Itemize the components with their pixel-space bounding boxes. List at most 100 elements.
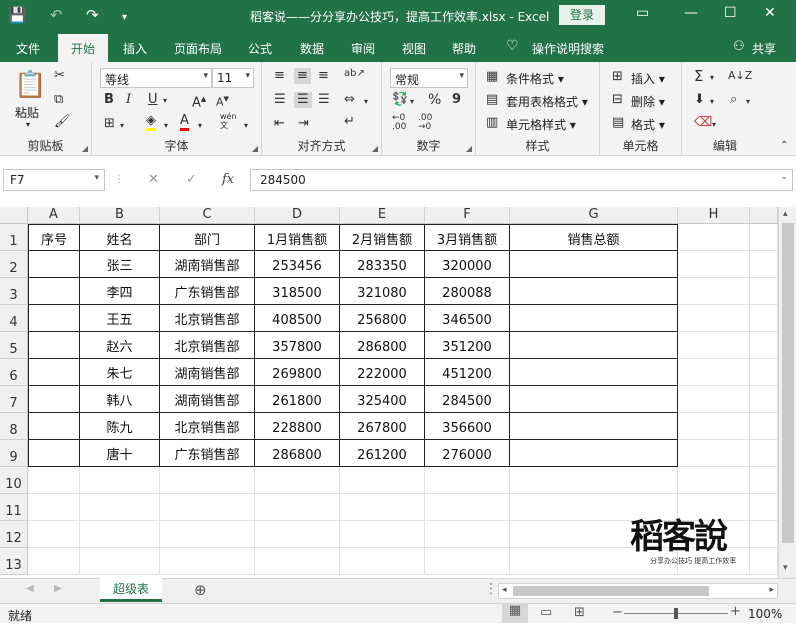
table-cell[interactable]: 318500 <box>255 278 340 305</box>
merge-dropdown-icon[interactable]: ▾ <box>364 94 368 110</box>
column-header-c[interactable]: C <box>160 207 255 224</box>
autosum-dropdown-icon[interactable]: ▾ <box>710 70 714 86</box>
horizontal-scrollbar[interactable]: ◂ ▸ <box>498 583 778 599</box>
row-header-11[interactable]: 11 <box>0 494 28 521</box>
table-cell[interactable] <box>28 521 80 548</box>
header-cell[interactable]: 2月销售额 <box>340 224 425 251</box>
save-icon[interactable]: 💾 <box>8 6 27 24</box>
table-cell[interactable] <box>510 305 678 332</box>
table-cell[interactable] <box>750 413 778 440</box>
underline-dropdown-icon[interactable]: ▾ <box>163 93 167 109</box>
page-break-view-icon[interactable]: ⊞ <box>574 605 585 620</box>
tab-insert[interactable]: 插入 <box>123 40 147 57</box>
share-button[interactable]: 共享 <box>752 40 776 57</box>
table-cell[interactable]: 286800 <box>340 332 425 359</box>
table-cell[interactable] <box>750 386 778 413</box>
table-cell[interactable] <box>678 224 750 251</box>
row-header-3[interactable]: 3 <box>0 278 28 305</box>
table-cell[interactable] <box>678 359 750 386</box>
decrease-indent-icon[interactable]: ⇤ <box>274 116 285 132</box>
fill-icon[interactable]: ⬇ <box>694 92 705 108</box>
table-cell[interactable] <box>160 467 255 494</box>
paste-dropdown-icon[interactable]: ▾ <box>26 120 30 129</box>
merge-center-icon[interactable]: ⇔ <box>344 92 355 108</box>
table-cell[interactable] <box>80 548 160 575</box>
tab-view[interactable]: 视图 <box>402 40 426 57</box>
find-dropdown-icon[interactable]: ▾ <box>746 94 750 110</box>
table-cell[interactable] <box>80 521 160 548</box>
confirm-entry-icon[interactable]: ✓ <box>186 172 197 187</box>
table-cell[interactable] <box>160 548 255 575</box>
column-header-g[interactable]: G <box>510 207 678 224</box>
table-cell[interactable]: 广东销售部 <box>160 278 255 305</box>
redo-icon[interactable]: ↷ <box>86 6 99 24</box>
clear-dropdown-icon[interactable]: ▾ <box>712 117 716 133</box>
tab-page-layout[interactable]: 页面布局 <box>174 40 222 57</box>
table-cell[interactable] <box>28 278 80 305</box>
top-align-icon[interactable]: ≡ <box>274 68 285 84</box>
table-cell[interactable]: 261800 <box>255 386 340 413</box>
normal-view-icon[interactable]: ▦ <box>502 603 528 623</box>
table-cell[interactable]: 276000 <box>425 440 510 467</box>
accounting-format-icon[interactable]: 💱 <box>392 92 408 108</box>
format-cells-button[interactable]: 格式 ▾ <box>631 116 665 133</box>
paste-button[interactable]: 粘贴 <box>15 104 39 121</box>
table-cell[interactable]: 325400 <box>340 386 425 413</box>
table-cell[interactable]: 321080 <box>340 278 425 305</box>
name-box[interactable]: F7 ▾ <box>3 169 105 191</box>
fill-dropdown-icon[interactable]: ▾ <box>164 118 168 134</box>
row-header-4[interactable]: 4 <box>0 305 28 332</box>
row-header-9[interactable]: 9 <box>0 440 28 467</box>
tab-review[interactable]: 审阅 <box>351 40 375 57</box>
wrap-text-icon[interactable]: ↵ <box>344 114 355 130</box>
borders-dropdown-icon[interactable]: ▾ <box>120 118 124 134</box>
table-cell[interactable] <box>678 386 750 413</box>
table-cell[interactable] <box>750 278 778 305</box>
table-cell[interactable] <box>28 440 80 467</box>
decrease-font-icon[interactable]: A▼ <box>216 91 229 111</box>
table-cell[interactable] <box>750 305 778 332</box>
row-header-5[interactable]: 5 <box>0 332 28 359</box>
table-cell[interactable] <box>510 278 678 305</box>
header-cell[interactable]: 1月销售额 <box>255 224 340 251</box>
table-cell[interactable] <box>80 494 160 521</box>
table-cell[interactable] <box>750 548 778 575</box>
accounting-dropdown-icon[interactable]: ▾ <box>410 94 414 110</box>
table-cell[interactable]: 286800 <box>255 440 340 467</box>
row-header-10[interactable]: 10 <box>0 467 28 494</box>
scroll-up-icon[interactable]: ▴ <box>783 209 788 219</box>
table-cell[interactable] <box>678 305 750 332</box>
table-cell[interactable] <box>510 467 678 494</box>
row-header-7[interactable]: 7 <box>0 386 28 413</box>
font-launcher-icon[interactable]: ◢ <box>252 144 258 153</box>
page-layout-view-icon[interactable]: ▭ <box>540 605 552 620</box>
format-as-table-button[interactable]: 套用表格格式 ▾ <box>506 93 588 110</box>
table-cell[interactable] <box>28 386 80 413</box>
table-cell[interactable] <box>510 413 678 440</box>
clipboard-launcher-icon[interactable]: ◢ <box>82 144 88 153</box>
column-header-e[interactable]: E <box>340 207 425 224</box>
alignment-launcher-icon[interactable]: ◢ <box>372 144 378 153</box>
orientation-icon[interactable]: ab↗ <box>344 66 365 82</box>
table-cell[interactable]: 284500 <box>425 386 510 413</box>
bold-icon[interactable]: B <box>104 92 114 108</box>
number-format-combo[interactable]: 常规 ▾ <box>390 68 468 88</box>
header-cell[interactable]: 3月销售额 <box>425 224 510 251</box>
table-cell[interactable]: 朱七 <box>80 359 160 386</box>
tab-home[interactable]: 开始 <box>58 34 109 62</box>
table-cell[interactable]: 北京销售部 <box>160 413 255 440</box>
bottom-align-icon[interactable]: ≡ <box>318 68 329 84</box>
table-cell[interactable]: 283350 <box>340 251 425 278</box>
table-cell[interactable]: 408500 <box>255 305 340 332</box>
table-cell[interactable] <box>160 494 255 521</box>
prev-sheet-icon[interactable]: ◀ <box>26 583 34 594</box>
table-cell[interactable] <box>510 251 678 278</box>
table-cell[interactable] <box>425 467 510 494</box>
login-button[interactable]: 登录 <box>559 5 605 25</box>
table-cell[interactable] <box>425 521 510 548</box>
table-cell[interactable]: 广东销售部 <box>160 440 255 467</box>
column-header-f[interactable]: F <box>425 207 510 224</box>
formula-input[interactable]: 284500 ⌄ <box>250 169 793 191</box>
table-cell[interactable] <box>340 467 425 494</box>
table-cell[interactable] <box>340 494 425 521</box>
